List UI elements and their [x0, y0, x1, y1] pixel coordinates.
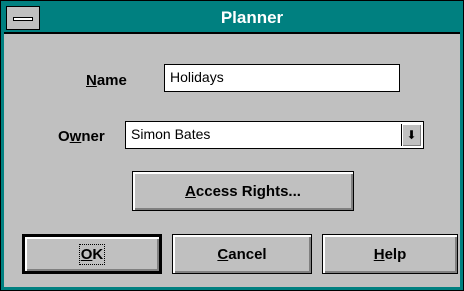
window-title: Planner [220, 8, 284, 27]
owner-value: Simon Bates [131, 126, 211, 142]
cancel-button[interactable]: Cancel [172, 234, 312, 274]
system-menu-icon [13, 17, 33, 21]
system-menu-button[interactable] [6, 6, 40, 30]
name-input[interactable]: Holidays [164, 64, 400, 92]
title-bar[interactable]: Planner [4, 4, 460, 34]
ok-label: OK [78, 243, 106, 265]
dropdown-arrow-icon[interactable]: ⬇ [401, 124, 421, 146]
help-button[interactable]: Help [322, 234, 458, 274]
planner-dialog: Planner Name Holidays Owner Simon Bates … [0, 0, 464, 291]
name-label: Name [86, 72, 127, 89]
owner-dropdown[interactable]: Simon Bates ⬇ [125, 121, 424, 149]
access-rights-button[interactable]: Access Rights... [132, 171, 354, 211]
name-value: Holidays [170, 69, 224, 85]
ok-button[interactable]: OK [22, 234, 162, 274]
owner-label: Owner [58, 128, 105, 145]
